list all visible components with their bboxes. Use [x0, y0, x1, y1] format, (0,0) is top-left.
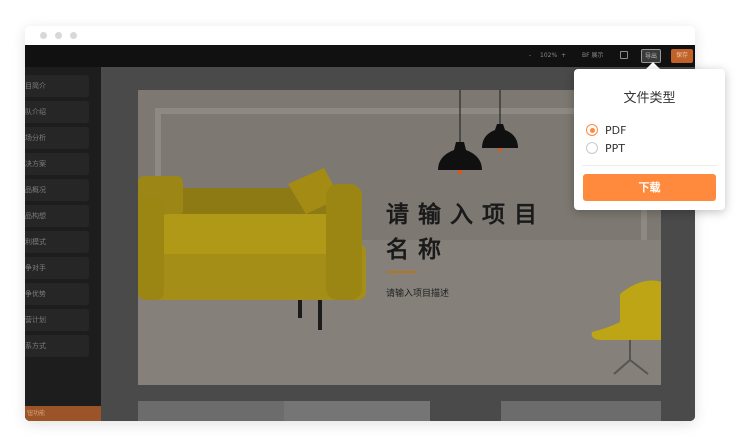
- sidebar: 目简介 队介绍 场分析 决方案 品概况 品构想 利模式 争对手 争优势 营计划 …: [25, 67, 101, 421]
- download-button[interactable]: 下载: [583, 174, 716, 201]
- sidebar-item[interactable]: 品概况: [25, 179, 89, 201]
- export-popup: 文件类型 PDF PPT 下载: [574, 69, 725, 210]
- chair-image: [591, 280, 661, 375]
- sidebar-item[interactable]: 决方案: [25, 153, 89, 175]
- title-underline: [387, 271, 417, 273]
- window-titlebar: [25, 26, 695, 45]
- radio-pdf[interactable]: [586, 124, 598, 136]
- slide-thumbnail[interactable]: [501, 401, 661, 421]
- slide-thumbnail[interactable]: [138, 401, 284, 421]
- window-dot-1: [40, 32, 47, 39]
- slide-title-line1[interactable]: 请输入项目: [386, 200, 546, 230]
- option-pdf[interactable]: PDF: [586, 122, 626, 138]
- slide-title-line2[interactable]: 名称: [386, 235, 450, 265]
- slide-thumbnail[interactable]: [284, 401, 430, 421]
- sidebar-item[interactable]: 目简介: [25, 75, 89, 97]
- sidebar-item[interactable]: 争对手: [25, 257, 89, 279]
- option-ppt[interactable]: PPT: [586, 140, 625, 156]
- save-button[interactable]: 保存: [671, 49, 693, 63]
- popup-title: 文件类型: [623, 91, 676, 106]
- sidebar-item[interactable]: 场分析: [25, 127, 89, 149]
- pendant-lamp-right: [482, 90, 518, 151]
- window-dot-3: [70, 32, 77, 39]
- sidebar-item[interactable]: 品构想: [25, 205, 89, 227]
- radio-ppt[interactable]: [586, 142, 598, 154]
- slide-description[interactable]: 请输入项目描述: [386, 286, 449, 299]
- window-dot-2: [55, 32, 62, 39]
- sidebar-item[interactable]: 队介绍: [25, 101, 89, 123]
- export-button[interactable]: 导出: [641, 49, 661, 63]
- preview-button[interactable]: BF 展示: [582, 51, 603, 61]
- zoom-level: 102%: [540, 52, 558, 59]
- sofa-image: [138, 168, 366, 330]
- top-toolbar: - 102% + BF 展示 导出 保存: [25, 45, 695, 67]
- sidebar-item[interactable]: 争优势: [25, 283, 89, 305]
- sidebar-item[interactable]: 利模式: [25, 231, 89, 253]
- option-pdf-label: PDF: [605, 123, 627, 137]
- option-ppt-label: PPT: [605, 141, 625, 155]
- popup-divider: [582, 165, 717, 166]
- calendar-icon[interactable]: [620, 51, 628, 59]
- sidebar-item[interactable]: 系方式: [25, 335, 89, 357]
- sidebar-item[interactable]: 营计划: [25, 309, 89, 331]
- zoom-in-button[interactable]: +: [561, 51, 566, 61]
- zoom-out-button[interactable]: -: [529, 51, 531, 61]
- sidebar-bottom-button[interactable]: 钮功能: [25, 406, 101, 421]
